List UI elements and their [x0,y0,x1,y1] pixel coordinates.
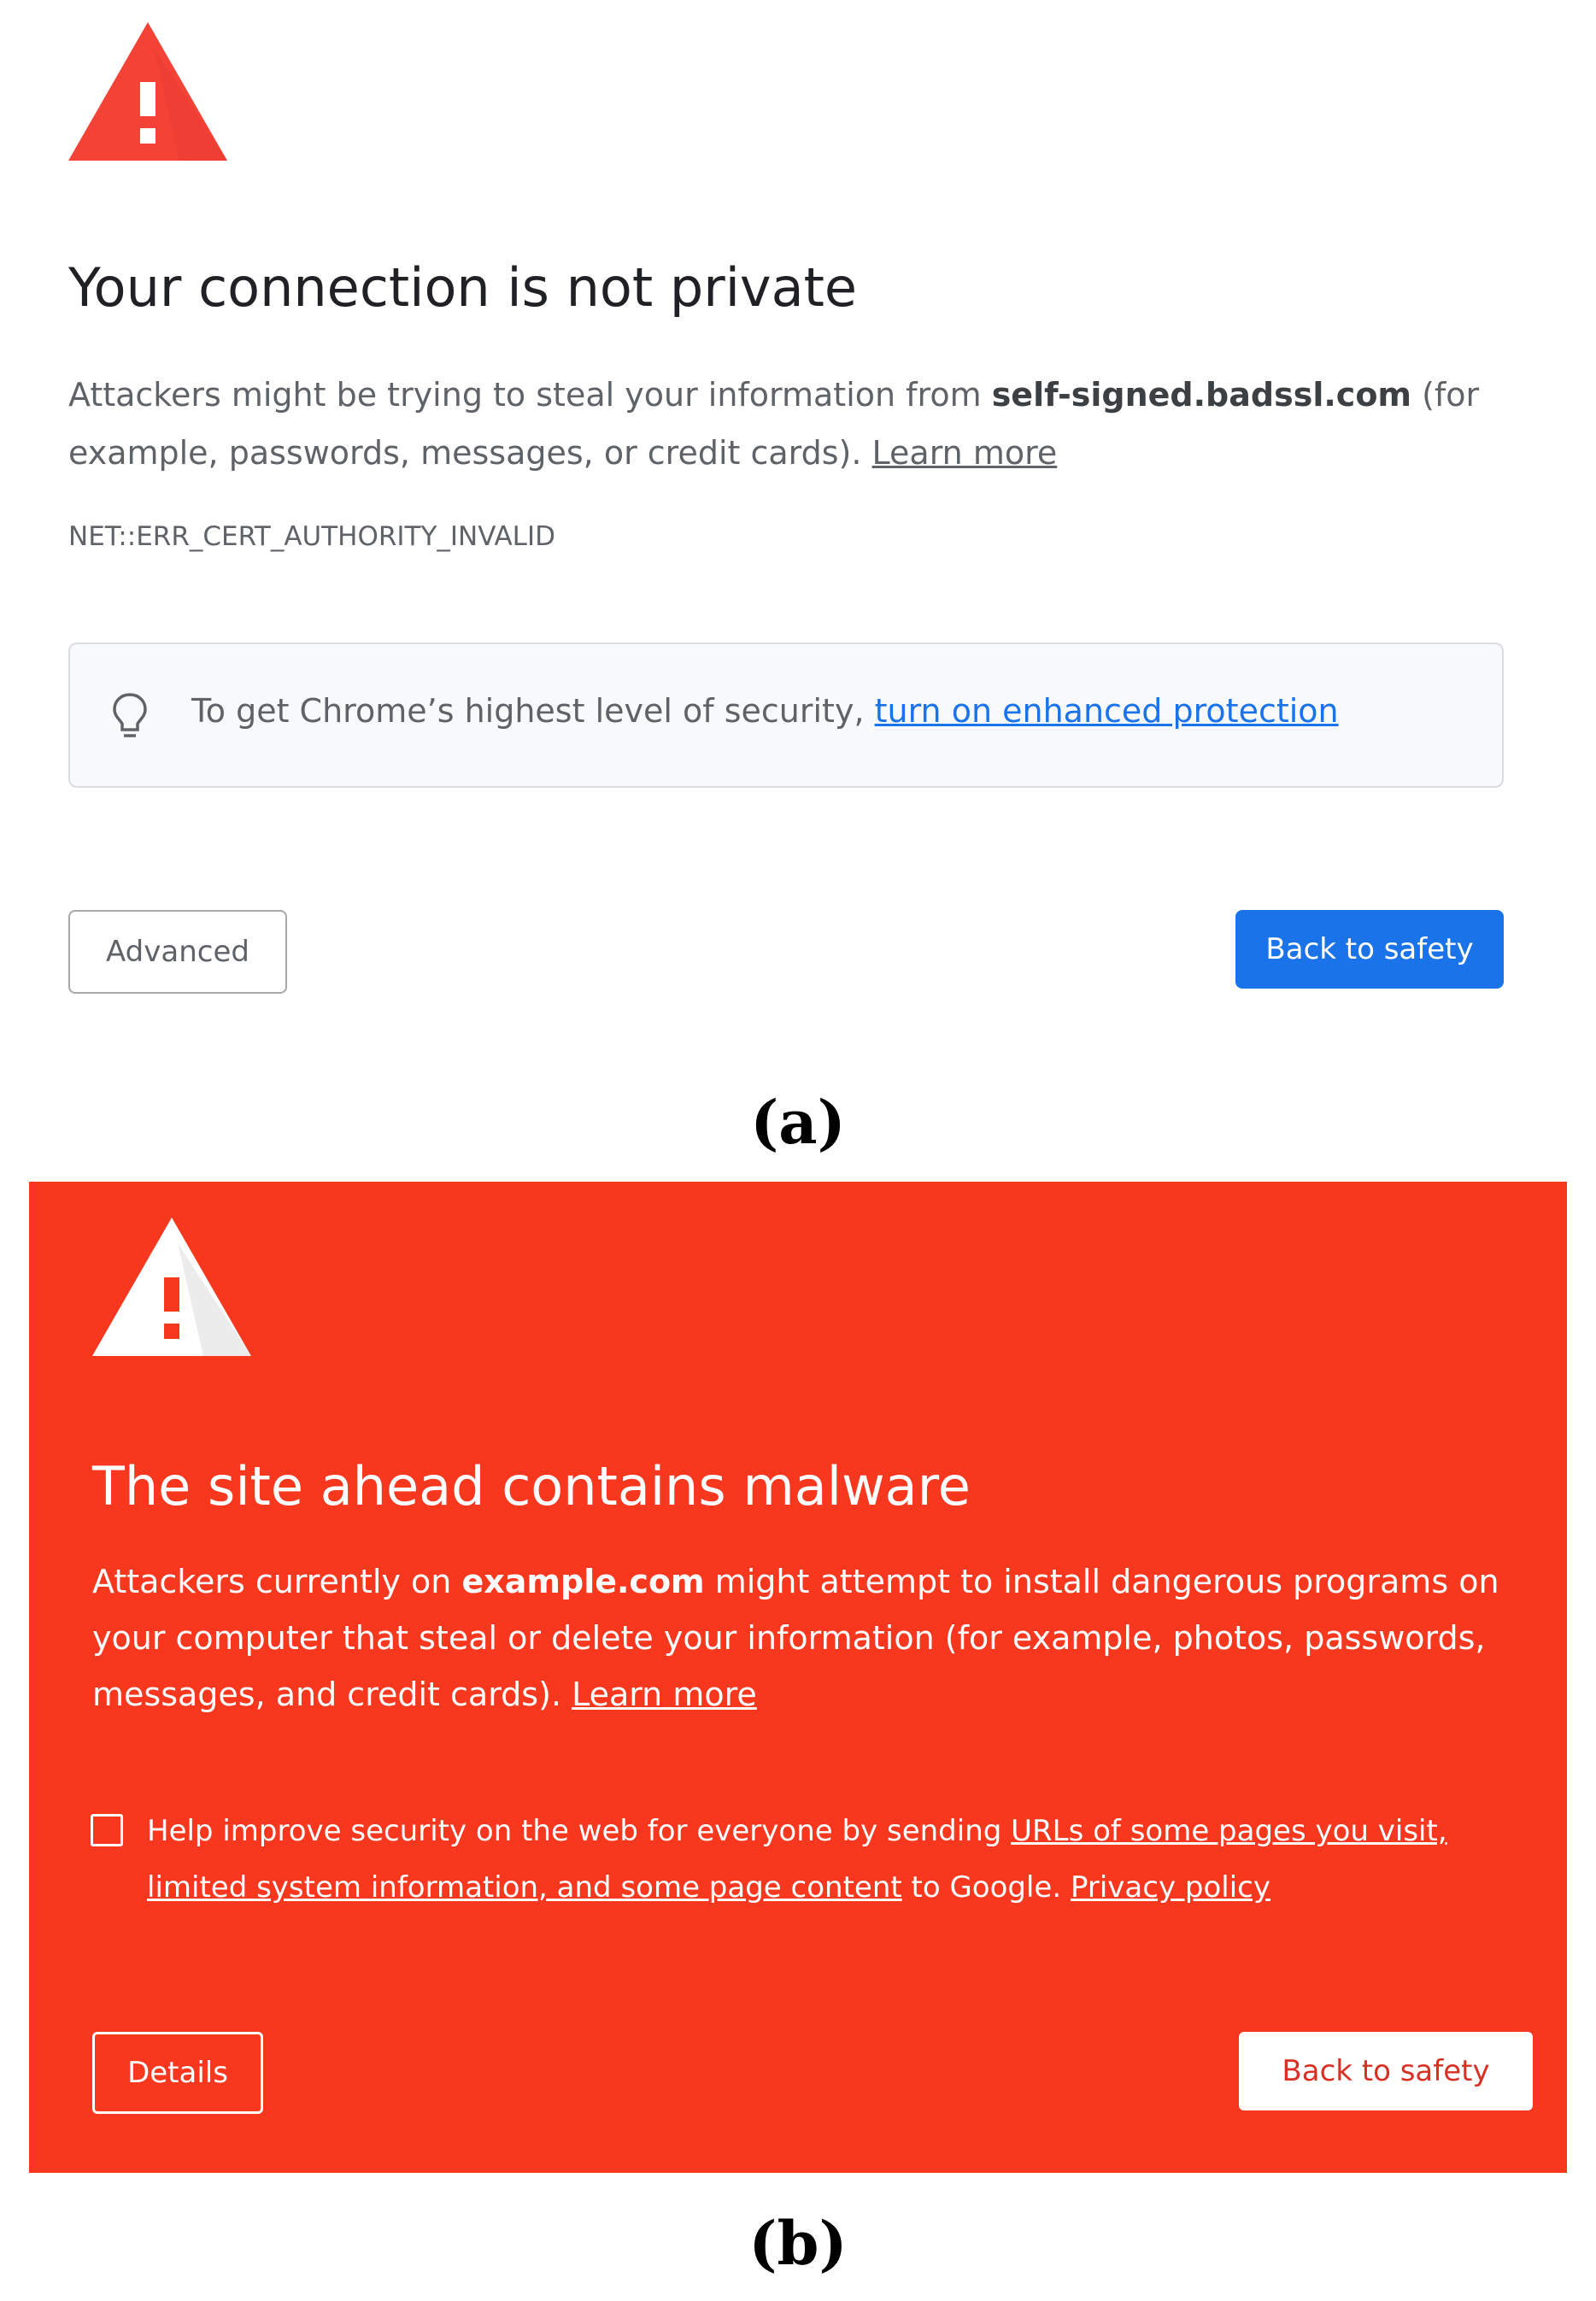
back-to-safety-button[interactable]: Back to safety [1239,2032,1533,2110]
lightbulb-icon [113,693,147,737]
back-to-safety-button[interactable]: Back to safety [1235,910,1504,989]
malware-description: Attackers currently on example.com might… [92,1553,1528,1723]
page-title: Your connection is not private [68,256,858,319]
figure-caption-a: (a) [750,1087,846,1158]
report-opt-in-text: Help improve security on the web for eve… [147,1803,1531,1916]
error-code: NET::ERR_CERT_AUTHORITY_INVALID [68,521,555,552]
page-title: The site ahead contains malware [92,1455,971,1517]
description-text: Attackers currently on [92,1563,462,1600]
enhanced-protection-link[interactable]: turn on enhanced protection [875,692,1339,730]
enhanced-protection-banner: To get Chrome’s highest level of securit… [68,643,1504,788]
enhanced-protection-text: To get Chrome’s highest level of securit… [191,692,1339,730]
learn-more-link[interactable]: Learn more [872,434,1058,472]
privacy-policy-link[interactable]: Privacy policy [1071,1870,1270,1905]
enhanced-protection-label: To get Chrome’s highest level of securit… [191,692,875,730]
learn-more-link[interactable]: Learn more [572,1676,757,1713]
ssl-error-page: Your connection is not private Attackers… [0,0,1596,1060]
malware-warning-page: The site ahead contains malware Attacker… [29,1182,1567,2173]
details-button[interactable]: Details [92,2032,263,2114]
site-domain: self-signed.badssl.com [991,376,1412,414]
warning-triangle-icon [68,22,227,161]
error-description: Attackers might be trying to steal your … [68,366,1521,482]
figure-caption-b: (b) [748,2208,848,2279]
warning-triangle-icon [92,1218,251,1356]
report-opt-in-label: to Google. [901,1870,1071,1905]
report-opt-in-label: Help improve security on the web for eve… [147,1814,1012,1848]
site-domain: example.com [461,1563,705,1600]
advanced-button[interactable]: Advanced [68,910,287,994]
report-checkbox[interactable] [91,1814,123,1846]
description-text: Attackers might be trying to steal your … [68,376,992,414]
